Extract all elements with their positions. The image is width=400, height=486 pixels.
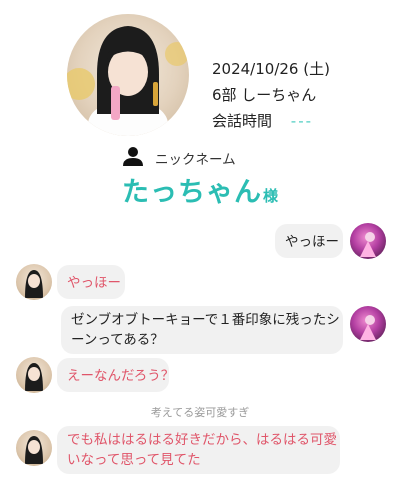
message-bubble-idol: やっほー <box>57 265 125 299</box>
person-icon <box>123 146 143 170</box>
idol-avatar <box>67 14 189 136</box>
message-bubble-idol: でも私ははるはる好きだから、はるはる可愛 いなって思って見てた <box>57 426 340 474</box>
message-bubble-user: ゼンブオブトーキョーで１番印象に残ったシ ーンってある？ <box>61 306 343 354</box>
session-date: 2024/10/26 (土) <box>212 60 330 78</box>
talk-time-value: --- <box>290 112 314 130</box>
idol-avatar-small <box>16 430 52 466</box>
message-bubble-user: やっほー <box>275 224 343 258</box>
idol-avatar-small <box>16 264 52 300</box>
message-line: ゼンブオブトーキョーで１番印象に残ったシ <box>71 312 340 328</box>
session-part: 6部 しーちゃん <box>212 86 317 104</box>
user-avatar <box>350 223 386 259</box>
session-header: 2024/10/26 (土) 6部 しーちゃん 会話時間 --- ニックネーム … <box>0 0 400 208</box>
nickname-honorific: 様 <box>262 187 278 205</box>
message-line: でも私ははるはる好きだから、はるはる可愛 <box>67 432 337 448</box>
session-info: 2024/10/26 (土) 6部 しーちゃん 会話時間 --- <box>212 56 330 134</box>
message-line: ーンってある？ <box>71 332 164 348</box>
talk-time-label: 会話時間 <box>212 112 273 130</box>
idol-avatar-small <box>16 357 52 393</box>
memo-note: 考えてる姿可愛すぎ <box>150 406 250 419</box>
nickname-row: ニックネーム <box>123 147 236 169</box>
nickname-display: たっちゃん様 <box>0 170 400 209</box>
message-bubble-idol: えーなんだろう？ <box>57 358 174 392</box>
nickname-label: ニックネーム <box>155 152 236 168</box>
user-avatar <box>350 306 386 342</box>
message-line: いなって思って見てた <box>67 452 201 468</box>
nickname-name: たっちゃん <box>121 177 262 208</box>
talk-time: 会話時間 --- <box>212 108 330 134</box>
